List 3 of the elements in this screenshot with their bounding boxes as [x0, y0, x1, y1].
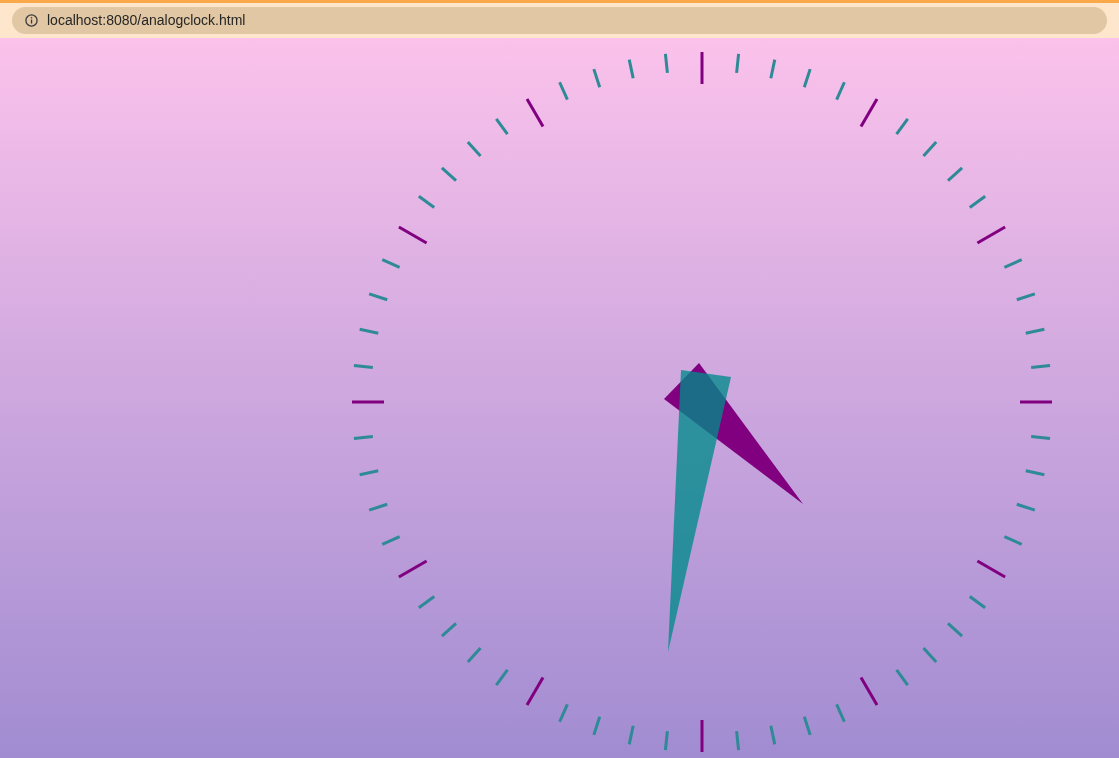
- address-bar[interactable]: localhost:8080/analogclock.html: [12, 7, 1107, 34]
- info-icon[interactable]: [25, 14, 38, 27]
- url-text: localhost:8080/analogclock.html: [47, 11, 246, 30]
